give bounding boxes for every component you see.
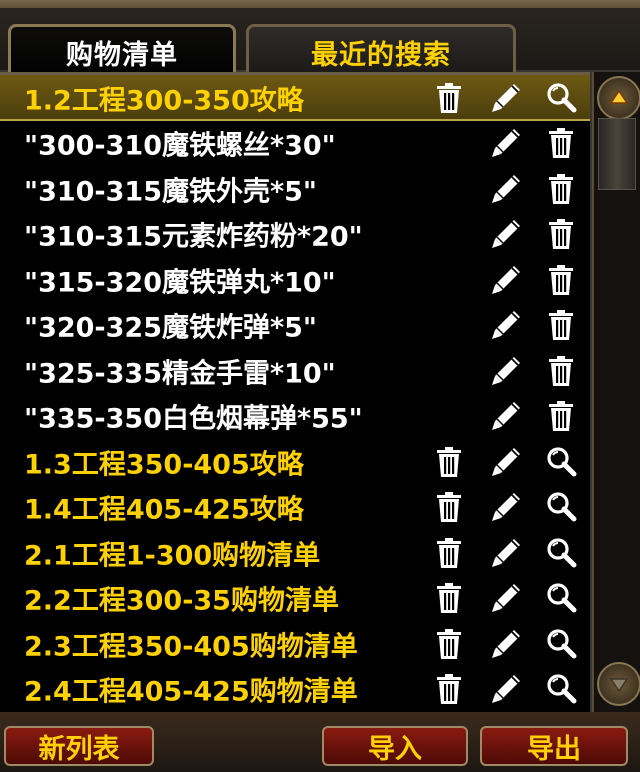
pencil-icon[interactable] bbox=[490, 400, 520, 432]
list-item-row[interactable]: "335-350白色烟幕弹*55" bbox=[0, 394, 590, 440]
trash-icon[interactable] bbox=[546, 218, 576, 250]
trash-icon[interactable] bbox=[546, 400, 576, 432]
trash-icon[interactable] bbox=[546, 309, 576, 341]
export-button[interactable]: 导出 bbox=[480, 726, 628, 766]
trash-icon[interactable] bbox=[546, 127, 576, 159]
arrow-up-icon bbox=[609, 89, 629, 104]
pencil-icon[interactable] bbox=[490, 264, 520, 296]
trash-icon[interactable] bbox=[546, 264, 576, 296]
list-group-row[interactable]: 1.4工程405-425攻略 bbox=[0, 485, 590, 531]
row-label: "310-315魔铁外壳*5" bbox=[24, 176, 317, 208]
row-label: "315-320魔铁弹丸*10" bbox=[24, 267, 336, 299]
arrow-down-icon bbox=[609, 678, 629, 693]
list-group-row[interactable]: 2.1工程1-300购物清单 bbox=[0, 530, 590, 576]
magnifier-icon[interactable] bbox=[545, 491, 577, 523]
row-label: "335-350白色烟幕弹*55" bbox=[24, 403, 363, 435]
tab-shopping-list[interactable]: 购物清单 bbox=[8, 24, 236, 78]
pencil-icon[interactable] bbox=[490, 582, 520, 614]
list-group-row[interactable]: 2.4工程405-425购物清单 bbox=[0, 667, 590, 713]
magnifier-icon[interactable] bbox=[545, 82, 577, 114]
row-label: 2.1工程1-300购物清单 bbox=[24, 540, 321, 572]
pencil-icon[interactable] bbox=[490, 673, 520, 705]
pencil-icon[interactable] bbox=[490, 628, 520, 660]
list-group-row[interactable]: 1.3工程350-405攻略 bbox=[0, 439, 590, 485]
trash-icon[interactable] bbox=[434, 628, 464, 660]
list-item-row[interactable]: "315-320魔铁弹丸*10" bbox=[0, 257, 590, 303]
row-label: 2.3工程350-405购物清单 bbox=[24, 631, 358, 663]
magnifier-icon[interactable] bbox=[545, 628, 577, 660]
magnifier-icon[interactable] bbox=[545, 537, 577, 569]
magnifier-icon[interactable] bbox=[545, 673, 577, 705]
trash-icon[interactable] bbox=[546, 355, 576, 387]
trash-icon[interactable] bbox=[434, 82, 464, 114]
new-list-button[interactable]: 新列表 bbox=[4, 726, 154, 766]
list-group-row[interactable]: 2.3工程350-405购物清单 bbox=[0, 621, 590, 667]
trash-icon[interactable] bbox=[434, 582, 464, 614]
tab-bar: 购物清单 最近的搜索 bbox=[0, 8, 640, 78]
row-label: 2.4工程405-425购物清单 bbox=[24, 676, 358, 708]
shopping-list: 1.2工程300-350攻略 "300-310魔铁螺丝*30" "310-315魔铁… bbox=[0, 72, 590, 715]
trash-icon[interactable] bbox=[434, 673, 464, 705]
pencil-icon[interactable] bbox=[490, 309, 520, 341]
trash-icon[interactable] bbox=[434, 446, 464, 478]
pencil-icon[interactable] bbox=[490, 537, 520, 569]
row-label: "320-325魔铁炸弹*5" bbox=[24, 312, 317, 344]
pencil-icon[interactable] bbox=[490, 127, 520, 159]
row-label: 1.2工程300-350攻略 bbox=[24, 85, 304, 117]
row-label: 2.2工程300-35购物清单 bbox=[24, 585, 339, 617]
list-item-row[interactable]: "325-335精金手雷*10" bbox=[0, 348, 590, 394]
import-button[interactable]: 导入 bbox=[322, 726, 468, 766]
list-item-row[interactable]: "310-315元素炸药粉*20" bbox=[0, 212, 590, 258]
scroll-down-button[interactable] bbox=[597, 662, 640, 706]
pencil-icon[interactable] bbox=[490, 82, 520, 114]
magnifier-icon[interactable] bbox=[545, 582, 577, 614]
scroll-up-button[interactable] bbox=[597, 76, 640, 120]
list-item-row[interactable]: "310-315魔铁外壳*5" bbox=[0, 166, 590, 212]
list-item-row[interactable]: "320-325魔铁炸弹*5" bbox=[0, 303, 590, 349]
magnifier-icon[interactable] bbox=[545, 446, 577, 478]
row-label: "325-335精金手雷*10" bbox=[24, 358, 336, 390]
row-label: "310-315元素炸药粉*20" bbox=[24, 221, 363, 253]
pencil-icon[interactable] bbox=[490, 355, 520, 387]
list-item-row[interactable]: "300-310魔铁螺丝*30" bbox=[0, 121, 590, 167]
pencil-icon[interactable] bbox=[490, 173, 520, 205]
pencil-icon[interactable] bbox=[490, 491, 520, 523]
row-label: "300-310魔铁螺丝*30" bbox=[24, 130, 336, 162]
trash-icon[interactable] bbox=[546, 173, 576, 205]
trash-icon[interactable] bbox=[434, 537, 464, 569]
tab-recent-searches[interactable]: 最近的搜索 bbox=[246, 24, 516, 78]
list-group-row[interactable]: 1.2工程300-350攻略 bbox=[0, 75, 590, 121]
pencil-icon[interactable] bbox=[490, 446, 520, 478]
row-label: 1.4工程405-425攻略 bbox=[24, 494, 304, 526]
row-label: 1.3工程350-405攻略 bbox=[24, 449, 304, 481]
trash-icon[interactable] bbox=[434, 491, 464, 523]
pencil-icon[interactable] bbox=[490, 218, 520, 250]
scrollbar-thumb[interactable] bbox=[598, 118, 636, 190]
list-group-row[interactable]: 2.2工程300-35购物清单 bbox=[0, 576, 590, 622]
